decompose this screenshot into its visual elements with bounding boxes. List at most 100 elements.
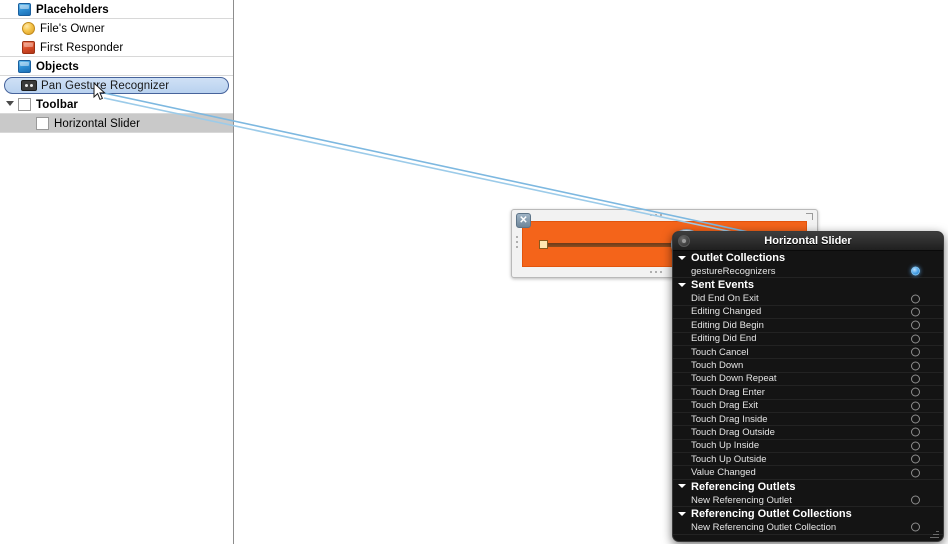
hud-connection-label: Touch Up Outside — [691, 453, 767, 465]
hud-connection-row[interactable]: Touch Up Outside — [673, 453, 943, 467]
hud-titlebar[interactable]: Horizontal Slider — [673, 232, 943, 251]
hud-connection-row[interactable]: New Referencing Outlet Collection — [673, 521, 943, 535]
outline-section-label: Toolbar — [36, 98, 79, 111]
connections-hud-panel[interactable]: Horizontal Slider Outlet Collections gest… — [672, 231, 944, 542]
hud-connection-label: Did End On Exit — [691, 293, 759, 305]
hud-group-label: Referencing Outlets — [691, 480, 796, 493]
hud-group-label: Sent Events — [691, 279, 754, 292]
hud-connection-row[interactable]: Touch Cancel — [673, 346, 943, 360]
outline-section-placeholders[interactable]: Placeholders — [0, 0, 233, 19]
hud-connection-label: New Referencing Outlet — [691, 494, 792, 506]
connection-well[interactable] — [911, 334, 920, 344]
hud-connection-row[interactable]: Editing Did End — [673, 333, 943, 346]
disclosure-triangle-icon[interactable] — [678, 281, 687, 290]
resize-handle-left[interactable] — [516, 236, 518, 248]
hud-connection-label: gestureRecognizers — [691, 265, 776, 277]
hud-group-label: Referencing Outlet Collections — [691, 508, 852, 521]
connection-well[interactable] — [911, 468, 920, 478]
disclosure-triangle-icon[interactable] — [678, 510, 687, 519]
hud-group-header[interactable]: Sent Events — [673, 278, 943, 292]
file-owner-icon — [22, 22, 35, 35]
gesture-recognizer-icon — [21, 80, 37, 91]
hud-connection-label: Touch Drag Outside — [691, 426, 775, 438]
hud-connection-row[interactable]: Touch Drag Outside — [673, 426, 943, 440]
connection-well[interactable] — [911, 374, 920, 384]
hud-group-header[interactable]: Referencing Outlet Collections — [673, 507, 943, 521]
disclosure-triangle-icon[interactable] — [678, 482, 687, 491]
hud-connection-label: Editing Did Begin — [691, 319, 764, 331]
outline-section-label: Placeholders — [36, 3, 109, 16]
close-icon[interactable]: ✕ — [516, 213, 531, 228]
disclosure-triangle-icon[interactable] — [6, 62, 15, 71]
outline-item-first-responder[interactable]: First Responder — [0, 38, 233, 57]
resize-handle-corner[interactable] — [802, 213, 813, 224]
hud-connection-row[interactable]: Editing Changed — [673, 306, 943, 320]
connection-well[interactable] — [911, 414, 920, 424]
hud-close-icon[interactable] — [678, 235, 690, 247]
hud-connection-row[interactable]: Touch Drag Inside — [673, 413, 943, 427]
hud-connection-label: Touch Down Repeat — [691, 373, 777, 385]
resize-handle-top[interactable] — [650, 214, 662, 216]
connection-well[interactable] — [911, 441, 920, 451]
hud-connection-row[interactable]: New Referencing Outlet — [673, 494, 943, 508]
blue-cube-icon — [18, 3, 31, 16]
hud-connection-label: Value Changed — [691, 467, 756, 479]
outline-item-label: First Responder — [40, 41, 124, 54]
hud-connection-label: Touch Drag Exit — [691, 400, 759, 412]
outline-item-horizontal-slider[interactable]: Horizontal Slider — [0, 114, 233, 133]
disclosure-triangle-icon[interactable] — [6, 100, 15, 109]
hud-connection-label: Touch Down — [691, 360, 744, 372]
outline-section-toolbar[interactable]: Toolbar — [0, 95, 233, 114]
hud-connection-row[interactable]: Touch Drag Exit — [673, 400, 943, 413]
connection-well[interactable] — [911, 387, 920, 397]
connection-well[interactable] — [911, 294, 920, 304]
slider-min-knob-icon — [539, 240, 548, 249]
hud-connection-row[interactable]: Value Changed — [673, 466, 943, 480]
connection-well[interactable] — [911, 495, 920, 505]
connection-well[interactable] — [911, 361, 920, 371]
connection-well[interactable] — [911, 522, 920, 532]
hud-connection-row[interactable]: Touch Down — [673, 359, 943, 373]
outline-section-label: Objects — [36, 60, 79, 73]
connection-well[interactable] — [911, 454, 920, 464]
hud-connection-label: Editing Did End — [691, 333, 757, 345]
document-outline-sidebar[interactable]: Placeholders File's Owner First Responde… — [0, 0, 234, 544]
first-responder-icon — [22, 41, 35, 54]
hud-group-label: Outlet Collections — [691, 252, 786, 264]
hud-group-header[interactable]: Outlet Collections — [673, 251, 943, 265]
view-square-icon — [18, 98, 31, 111]
disclosure-triangle-icon[interactable] — [6, 5, 15, 14]
outline-item-files-owner[interactable]: File's Owner — [0, 19, 233, 38]
hud-connection-row[interactable]: Editing Did Begin — [673, 319, 943, 333]
hud-connection-row[interactable]: Touch Drag Enter — [673, 386, 943, 400]
resize-grip-icon[interactable] — [929, 528, 939, 538]
hud-connection-label: Touch Cancel — [691, 346, 749, 358]
row-divider — [0, 132, 233, 133]
disclosure-triangle-icon[interactable] — [678, 254, 687, 263]
connection-well[interactable] — [911, 307, 920, 317]
outline-item-label: Pan Gesture Recognizer — [41, 79, 170, 92]
hud-connection-label: Touch Up Inside — [691, 440, 760, 452]
outline-item-label: File's Owner — [40, 22, 105, 35]
view-square-icon — [36, 117, 49, 130]
connection-well[interactable] — [911, 347, 920, 357]
hud-connection-label: Touch Drag Enter — [691, 386, 765, 398]
connection-well[interactable] — [911, 427, 920, 437]
connection-well[interactable] — [911, 401, 920, 411]
blue-cube-icon — [18, 60, 31, 73]
outline-item-pan-gesture-recognizer[interactable]: Pan Gesture Recognizer — [4, 77, 229, 94]
connection-well-connected[interactable] — [911, 266, 920, 276]
hud-group-header[interactable]: Referencing Outlets — [673, 480, 943, 494]
outline-section-objects[interactable]: Objects — [0, 57, 233, 76]
hud-connection-row[interactable]: Touch Down Repeat — [673, 373, 943, 387]
hud-connection-row[interactable]: Touch Up Inside — [673, 440, 943, 454]
connection-well[interactable] — [911, 320, 920, 330]
hud-connection-row[interactable]: gestureRecognizers — [673, 265, 943, 279]
hud-title: Horizontal Slider — [764, 235, 852, 247]
hud-connection-label: Editing Changed — [691, 306, 762, 318]
resize-handle-bottom[interactable] — [650, 271, 662, 273]
hud-connection-label: Touch Drag Inside — [691, 413, 768, 425]
hud-connection-row[interactable]: Did End On Exit — [673, 292, 943, 306]
outline-item-label: Horizontal Slider — [54, 117, 141, 130]
hud-body: Outlet Collections gestureRecognizers Sent… — [673, 251, 943, 535]
